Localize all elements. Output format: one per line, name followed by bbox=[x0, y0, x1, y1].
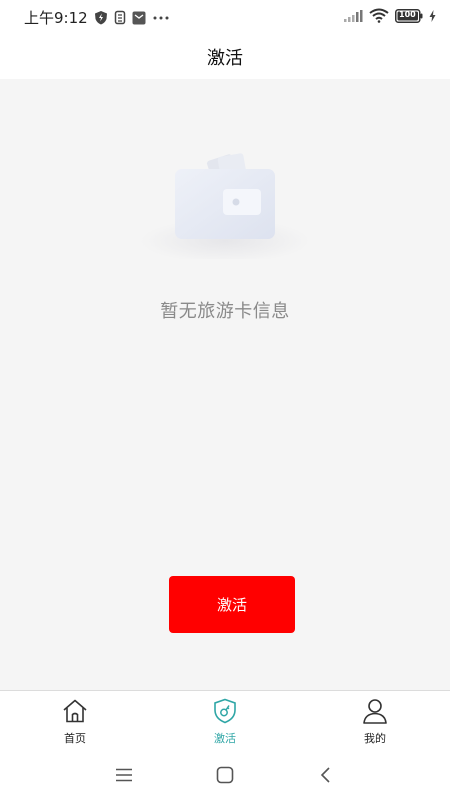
tab-profile[interactable]: 我的 bbox=[300, 691, 450, 751]
tab-label: 首页 bbox=[64, 732, 86, 745]
bottom-tab-bar: 首页 激活 我的 bbox=[0, 690, 450, 751]
shield-bolt-icon bbox=[94, 10, 108, 25]
charging-icon bbox=[429, 9, 436, 22]
tab-label: 激活 bbox=[214, 732, 236, 745]
notification-app-icon bbox=[132, 11, 146, 25]
battery-level: 100 bbox=[399, 9, 416, 19]
tab-activate[interactable]: 激活 bbox=[150, 691, 300, 751]
tab-home[interactable]: 首页 bbox=[0, 691, 150, 751]
wifi-icon bbox=[369, 8, 389, 23]
signal-icon bbox=[343, 9, 363, 23]
battery-icon: 100 bbox=[395, 8, 423, 23]
home-icon bbox=[61, 697, 89, 725]
system-nav-bar bbox=[0, 750, 450, 800]
main-content: 暂无旅游卡信息 激活 bbox=[0, 79, 450, 690]
page-header: 激活 bbox=[0, 34, 450, 79]
sim-icon bbox=[114, 10, 126, 25]
page-title: 激活 bbox=[207, 47, 243, 69]
tab-label: 我的 bbox=[364, 732, 386, 745]
home-square-icon[interactable] bbox=[213, 764, 237, 786]
more-dots-icon bbox=[152, 15, 170, 21]
shield-key-icon bbox=[211, 697, 239, 725]
empty-state-message: 暂无旅游卡信息 bbox=[160, 301, 290, 322]
user-icon bbox=[361, 697, 389, 725]
back-icon[interactable] bbox=[313, 764, 337, 786]
status-bar: 上午9:12 100 bbox=[0, 0, 450, 34]
status-time: 上午9:12 bbox=[24, 9, 88, 27]
menu-icon[interactable] bbox=[112, 764, 136, 786]
activate-button[interactable]: 激活 bbox=[169, 576, 295, 633]
wallet-icon bbox=[135, 149, 315, 263]
